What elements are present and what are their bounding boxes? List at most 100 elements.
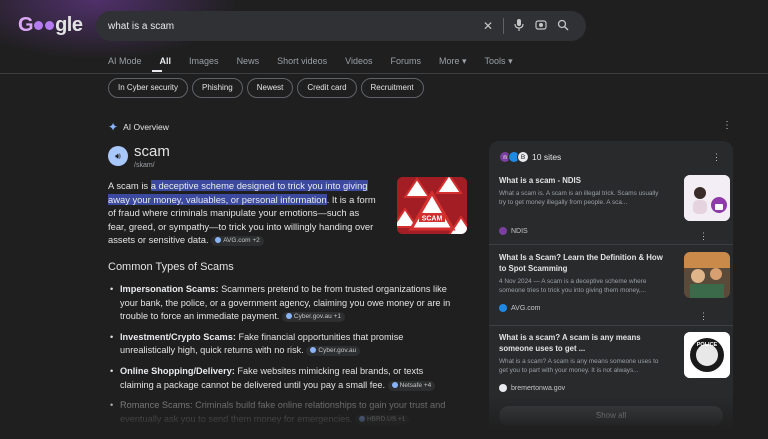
- source-card-thumbnail[interactable]: POLICE: [684, 332, 730, 378]
- more-options-icon[interactable]: ⋮: [722, 120, 732, 131]
- tab-images[interactable]: Images: [189, 56, 219, 67]
- source-card-site: AVG.com: [499, 304, 723, 312]
- chip-phishing[interactable]: Phishing: [192, 78, 243, 98]
- tab-short-videos[interactable]: Short videos: [277, 56, 327, 67]
- source-pill-label: AVG.com +2: [223, 237, 260, 244]
- scam-warning-image[interactable]: SCAM: [397, 177, 467, 234]
- lens-icon[interactable]: [530, 19, 552, 34]
- list-item: Investment/Crypto Scams: Fake financial …: [108, 331, 458, 358]
- source-pill[interactable]: AVG.com +2: [211, 236, 264, 246]
- chevron-down-icon: ▾: [508, 56, 513, 66]
- search-bar[interactable]: what is a scam ✕: [96, 11, 586, 41]
- tab-all[interactable]: All: [160, 56, 172, 67]
- search-tabs: AI Mode All Images News Short videos Vid…: [108, 56, 513, 72]
- cyber-favicon-icon: [310, 347, 317, 354]
- source-card-title[interactable]: What is a scam - NDIS: [499, 175, 664, 186]
- source-card-snippet: What is a scam? A scam is any means some…: [499, 358, 659, 374]
- source-pill-label: HBRD.US +1: [366, 415, 406, 423]
- list-item: Impersonation Scams: Scammers pretend to…: [108, 283, 458, 324]
- types-heading: Common Types of Scams: [108, 261, 234, 273]
- source-favicon-icon: [358, 415, 365, 422]
- type-title: Online Shopping/Delivery:: [120, 365, 235, 376]
- type-title: Romance Scams:: [120, 400, 193, 411]
- source-card[interactable]: What is a scam? A scam is any means some…: [499, 332, 730, 392]
- source-pill[interactable]: HBRD.US +1: [354, 414, 410, 425]
- tab-tools[interactable]: Tools ▾: [485, 56, 513, 67]
- source-card-site: bremertonwa.gov: [499, 384, 723, 392]
- logo-o-icon: [34, 21, 44, 30]
- speaker-icon[interactable]: 🔊︎: [108, 146, 128, 166]
- bremerton-favicon-icon: B: [517, 151, 529, 163]
- sources-panel: n B 10 sites ⋮ What is a scam - NDIS Wha…: [489, 141, 733, 439]
- logo-o-icon: [45, 21, 55, 30]
- sparkle-icon: ✦: [108, 120, 119, 134]
- source-pill[interactable]: Cyber.gov.au +1: [281, 312, 345, 323]
- mic-icon[interactable]: [508, 18, 530, 34]
- chip-cyber-security[interactable]: In Cyber security: [108, 78, 189, 98]
- sources-header[interactable]: n B 10 sites: [499, 151, 561, 163]
- type-title: Investment/Crypto Scams:: [120, 331, 236, 342]
- avg-favicon-icon: [215, 237, 222, 243]
- source-card-site-label: AVG.com: [511, 304, 541, 312]
- ai-overview-label: AI Overview: [123, 122, 169, 132]
- source-pill-label: Cyber.gov.au: [318, 347, 357, 355]
- chevron-down-icon: ▾: [462, 56, 467, 66]
- avg-favicon-icon: [499, 304, 507, 312]
- source-card-site-label: bremertonwa.gov: [511, 384, 566, 392]
- list-item: Online Shopping/Delivery: Fake websites …: [108, 365, 458, 392]
- header-divider: [0, 73, 768, 74]
- list-item: Romance Scams: Criminals build fake onli…: [108, 399, 458, 426]
- card-divider: [489, 244, 733, 245]
- chip-recruitment[interactable]: Recruitment: [360, 78, 424, 98]
- dictionary-word: scam: [134, 143, 170, 160]
- ai-overview-header: ✦ AI Overview: [108, 120, 169, 134]
- tab-videos[interactable]: Videos: [345, 56, 372, 67]
- source-card-title[interactable]: What is a scam? A scam is any means some…: [499, 332, 664, 354]
- search-input[interactable]: what is a scam: [108, 21, 477, 32]
- type-title: Impersonation Scams:: [120, 284, 219, 294]
- close-icon[interactable]: ✕: [477, 19, 499, 33]
- ndis-favicon-icon: [499, 227, 507, 235]
- tab-more[interactable]: More ▾: [439, 56, 467, 67]
- search-divider: [503, 18, 504, 34]
- more-options-icon[interactable]: ⋮: [712, 152, 721, 163]
- source-card-snippet: What a scam is. A scam is an illegal tri…: [499, 190, 659, 206]
- source-card-site-label: NDIS: [511, 227, 528, 235]
- bremerton-favicon-icon: [499, 384, 507, 392]
- chip-newest[interactable]: Newest: [246, 78, 294, 98]
- active-tab-underline: [152, 70, 162, 72]
- scam-types-list: Impersonation Scams: Scammers pretend to…: [108, 283, 458, 433]
- more-options-icon[interactable]: ⋮: [699, 231, 708, 242]
- netsafe-favicon-icon: [391, 381, 398, 388]
- source-card-thumbnail[interactable]: [684, 252, 730, 298]
- google-logo[interactable]: Ggle: [18, 14, 83, 37]
- source-pill-label: Cyber.gov.au +1: [293, 313, 341, 321]
- source-card[interactable]: What is a scam - NDIS What a scam is. A …: [499, 175, 730, 241]
- tab-forums[interactable]: Forums: [390, 56, 421, 67]
- source-card-title[interactable]: What Is a Scam? Learn the Definition & H…: [499, 252, 664, 274]
- source-pill[interactable]: Netsafe +4: [387, 380, 436, 391]
- phonetic: /skam/: [134, 162, 155, 169]
- tab-news[interactable]: News: [237, 56, 260, 67]
- tab-tools-label: Tools: [484, 56, 506, 66]
- source-card-thumbnail[interactable]: [684, 175, 730, 221]
- tab-ai-mode[interactable]: AI Mode: [108, 56, 142, 67]
- source-card-site: NDIS: [499, 227, 723, 235]
- cyber-favicon-icon: [285, 313, 292, 320]
- chip-credit-card[interactable]: Credit card: [297, 78, 357, 98]
- more-options-icon[interactable]: ⋮: [699, 311, 708, 322]
- search-icon[interactable]: [552, 19, 574, 34]
- filter-chips: In Cyber security Phishing Newest Credit…: [108, 78, 424, 98]
- source-pill[interactable]: Cyber.gov.au: [306, 346, 361, 357]
- source-favicons: n B: [499, 151, 529, 163]
- scam-image-text: SCAM: [422, 216, 443, 223]
- source-card-snippet: 4 Nov 2024 — A scam is a deceptive schem…: [499, 278, 647, 294]
- show-all-button[interactable]: Show all: [499, 406, 723, 426]
- police-badge-text: POLICE: [697, 342, 718, 348]
- definition-text: A scam is a deceptive scheme designed to…: [108, 179, 378, 247]
- source-pill-label: Netsafe +4: [399, 381, 432, 389]
- sources-count: 10 sites: [532, 152, 562, 162]
- tab-more-label: More: [438, 56, 460, 66]
- card-divider: [489, 325, 733, 326]
- source-card[interactable]: What Is a Scam? Learn the Definition & H…: [499, 252, 730, 321]
